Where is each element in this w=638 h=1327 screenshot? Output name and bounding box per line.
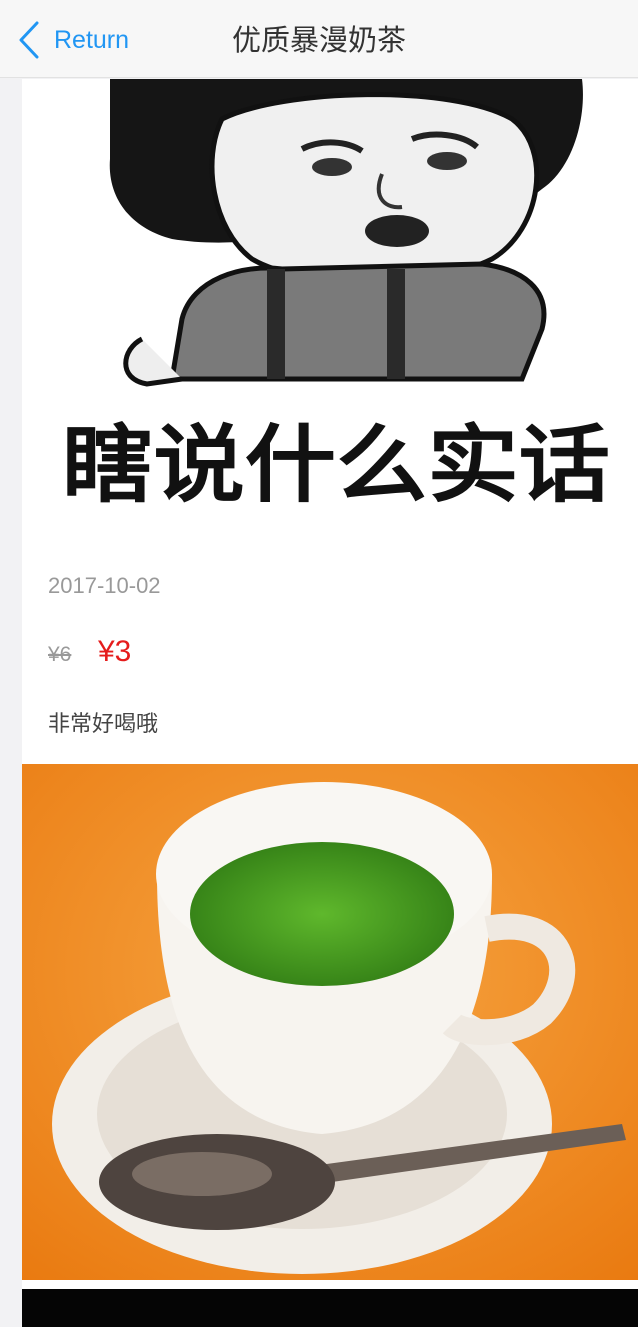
current-price: ¥3 bbox=[98, 635, 132, 668]
original-price: ¥6 bbox=[48, 643, 72, 666]
product-image-meme[interactable]: 瞎说什么实话 bbox=[22, 79, 638, 549]
product-image-3[interactable] bbox=[22, 1289, 638, 1327]
item-date: 2017-10-02 bbox=[48, 573, 161, 598]
product-image-matcha[interactable] bbox=[22, 764, 638, 1280]
meme-caption: 瞎说什么实话 bbox=[62, 416, 610, 514]
product-list: 瞎说什么实话 2017-10-02 ¥6 ¥3 非常好喝哦 bbox=[22, 79, 638, 1327]
matcha-illustration bbox=[22, 764, 638, 1280]
item-description: 非常好喝哦 bbox=[48, 712, 159, 737]
page-title: 优质暴漫奶茶 bbox=[231, 23, 406, 57]
meme-illustration: 瞎说什么实话 bbox=[62, 79, 610, 514]
top-nav-bar: Return 优质暴漫奶茶 bbox=[0, 0, 638, 78]
